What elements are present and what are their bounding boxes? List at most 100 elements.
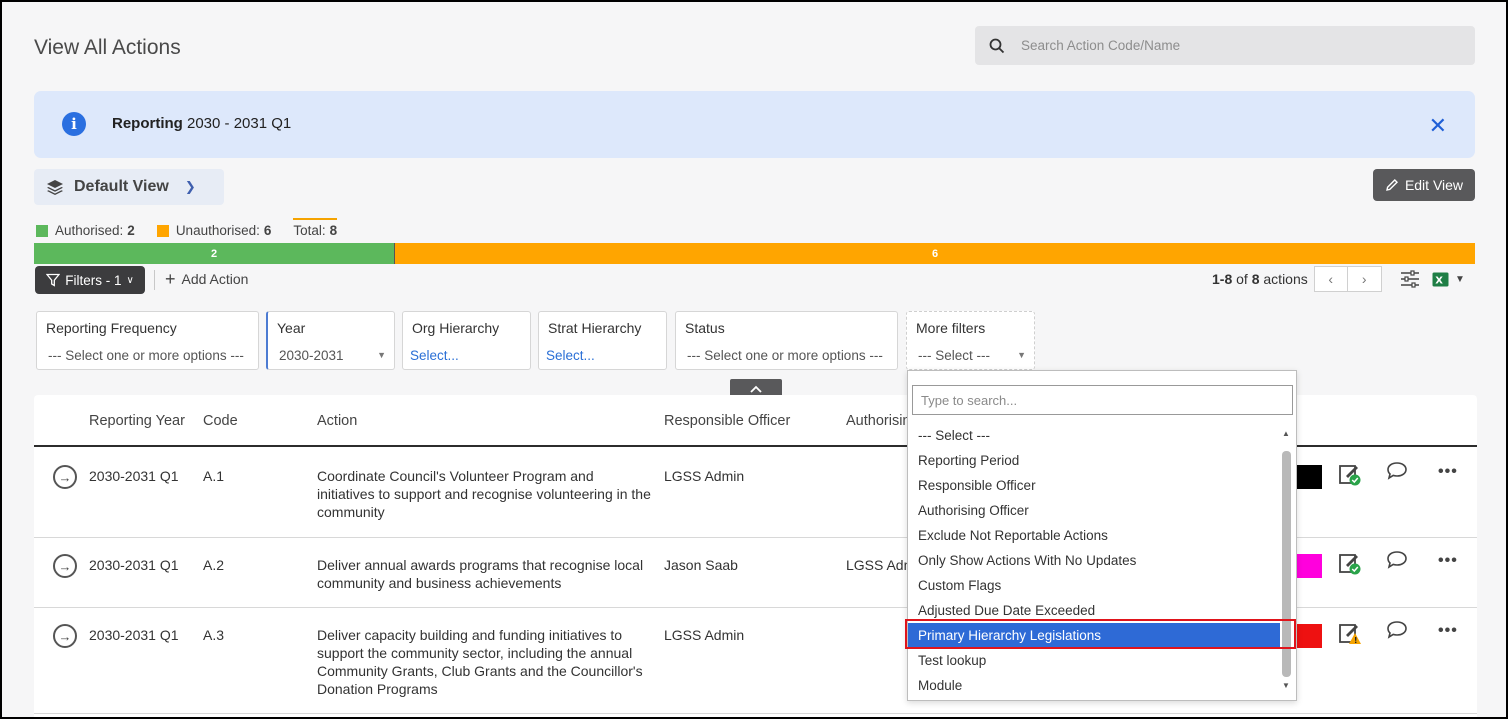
col-responsible-officer[interactable]: Responsible Officer xyxy=(664,413,790,429)
legend-unauthorised-count: 6 xyxy=(263,223,272,238)
chevron-up-icon xyxy=(750,385,762,393)
more-options-icon[interactable]: ••• xyxy=(1438,622,1458,640)
filter-more-filters[interactable]: More filters --- Select --- ▼ xyxy=(906,311,1035,370)
legend-authorised-label: Authorised: xyxy=(55,223,124,238)
edit-view-label: Edit View xyxy=(1404,177,1464,193)
col-authorising-officer[interactable]: Authorisin xyxy=(846,413,910,429)
chevron-down-icon: ∨ xyxy=(126,274,134,286)
filter-strat-hierarchy[interactable]: Strat Hierarchy Select... xyxy=(538,311,667,370)
filter-value: 2030-2031 xyxy=(279,348,344,363)
update-approved-icon[interactable] xyxy=(1337,461,1363,487)
filter-label: Reporting Frequency xyxy=(46,320,177,336)
filter-label: Org Hierarchy xyxy=(412,320,500,336)
dropdown-option[interactable]: --- Select --- xyxy=(908,423,1280,448)
col-reporting-year[interactable]: Reporting Year xyxy=(89,413,185,429)
update-warning-icon[interactable]: ! xyxy=(1337,620,1363,646)
dropdown-option[interactable]: Test lookup xyxy=(908,648,1280,673)
dropdown-option[interactable]: Only Show Actions With No Updates xyxy=(908,548,1280,573)
legend-total[interactable]: Total: 8 xyxy=(293,218,337,238)
arrow-right-circle-icon[interactable]: → xyxy=(53,554,77,578)
cell-authorising: LGSS Adm xyxy=(846,557,916,573)
layers-icon xyxy=(47,180,63,195)
cell-action[interactable]: Deliver capacity building and funding in… xyxy=(317,626,652,698)
banner-label-bold: Reporting xyxy=(112,115,183,132)
update-approved-icon[interactable] xyxy=(1337,550,1363,576)
filter-org-hierarchy[interactable]: Org Hierarchy Select... xyxy=(402,311,531,370)
legend-authorised[interactable]: Authorised: 2 xyxy=(36,223,135,238)
more-options-icon[interactable]: ••• xyxy=(1438,463,1458,481)
filter-label: Status xyxy=(685,320,725,336)
comment-icon[interactable] xyxy=(1386,620,1408,640)
cell-code: A.1 xyxy=(203,468,225,484)
caret-down-icon: ▼ xyxy=(1017,350,1026,360)
close-icon[interactable]: ✕ xyxy=(1429,113,1447,139)
filter-reporting-frequency[interactable]: Reporting Frequency --- Select one or mo… xyxy=(36,311,259,370)
filter-value: Select... xyxy=(546,348,595,363)
arrow-right-circle-icon[interactable]: → xyxy=(53,624,77,648)
cell-year: 2030-2031 Q1 xyxy=(89,557,179,573)
toolbar-divider xyxy=(154,270,155,290)
filter-value: --- Select one or more options --- xyxy=(48,348,244,363)
legend-swatch-unauthorised xyxy=(156,224,169,237)
svg-text:X: X xyxy=(1435,275,1443,286)
dropdown-option[interactable]: Responsible Officer xyxy=(908,473,1280,498)
banner-text: Reporting 2030 - 2031 Q1 xyxy=(112,115,291,132)
comment-icon[interactable] xyxy=(1386,550,1408,570)
excel-export-button[interactable]: X ▼ xyxy=(1432,271,1465,288)
col-code[interactable]: Code xyxy=(203,413,238,429)
legend-total-label: Total: xyxy=(293,223,326,238)
col-action[interactable]: Action xyxy=(317,413,357,429)
progress-segment-unauthorised[interactable]: 6 xyxy=(394,243,1475,264)
comment-icon[interactable] xyxy=(1386,461,1408,481)
scroll-down-icon[interactable]: ▼ xyxy=(1282,681,1290,690)
scroll-up-icon[interactable]: ▲ xyxy=(1282,429,1290,438)
cell-officer: LGSS Admin xyxy=(664,468,745,484)
search-box[interactable] xyxy=(975,26,1475,65)
chevron-down-icon: ❯ xyxy=(184,179,196,194)
dropdown-option[interactable]: Module xyxy=(908,673,1280,698)
cell-action[interactable]: Coordinate Council's Volunteer Program a… xyxy=(317,467,652,521)
pager-summary: 1-8 of 8 actions xyxy=(1212,271,1308,287)
cell-year: 2030-2031 Q1 xyxy=(89,468,179,484)
dropdown-scrollbar[interactable]: ▲ ▼ xyxy=(1281,429,1293,693)
progress-segment-authorised[interactable]: 2 xyxy=(34,243,394,264)
cell-code: A.2 xyxy=(203,557,225,573)
dropdown-option[interactable]: Custom Flags xyxy=(908,573,1280,598)
svg-text:!: ! xyxy=(1354,636,1358,645)
edit-view-button[interactable]: Edit View xyxy=(1373,169,1475,201)
cell-year: 2030-2031 Q1 xyxy=(89,627,179,643)
filter-value: --- Select one or more options --- xyxy=(687,348,883,363)
cell-officer: LGSS Admin xyxy=(664,627,745,643)
highlight-annotation xyxy=(905,619,1296,649)
more-options-icon[interactable]: ••• xyxy=(1438,552,1458,570)
dropdown-search-input[interactable] xyxy=(912,385,1293,415)
dropdown-option[interactable]: Authorising Officer xyxy=(908,498,1280,523)
cell-officer: Jason Saab xyxy=(664,557,738,573)
view-name: Default View xyxy=(74,178,169,195)
legend-unauthorised[interactable]: Unauthorised: 6 xyxy=(156,223,272,238)
filter-label: More filters xyxy=(916,320,986,336)
search-input[interactable] xyxy=(1021,38,1441,53)
excel-icon: X xyxy=(1432,272,1449,286)
prev-page-button[interactable]: ‹ xyxy=(1313,266,1348,292)
legend-swatch-authorised xyxy=(36,224,48,237)
funnel-icon xyxy=(46,273,61,287)
filters-button[interactable]: Filters - 1 ∨ xyxy=(35,266,145,294)
arrow-right-circle-icon[interactable]: → xyxy=(53,465,77,489)
info-icon: i xyxy=(62,112,86,136)
app-frame: View All Actions i Reporting 2030 - 2031… xyxy=(0,0,1508,719)
filter-status[interactable]: Status --- Select one or more options --… xyxy=(675,311,898,370)
dropdown-option[interactable]: Exclude Not Reportable Actions xyxy=(908,523,1280,548)
dropdown-option[interactable]: Reporting Period xyxy=(908,448,1280,473)
cell-action[interactable]: Deliver annual awards programs that reco… xyxy=(317,556,652,592)
search-icon xyxy=(989,38,1005,53)
filter-value: --- Select --- xyxy=(918,348,990,363)
add-action-label: Add Action xyxy=(181,271,249,287)
column-settings-icon[interactable] xyxy=(1400,270,1420,288)
dropdown-list: --- Select --- Reporting Period Responsi… xyxy=(908,423,1280,698)
next-page-button[interactable]: › xyxy=(1347,266,1382,292)
pager-buttons: ‹ › xyxy=(1313,266,1382,292)
add-action-button[interactable]: + Add Action xyxy=(165,270,249,288)
filter-year[interactable]: Year 2030-2031 ▼ xyxy=(266,311,395,370)
view-selector-button[interactable]: Default View ❯ xyxy=(34,169,224,205)
